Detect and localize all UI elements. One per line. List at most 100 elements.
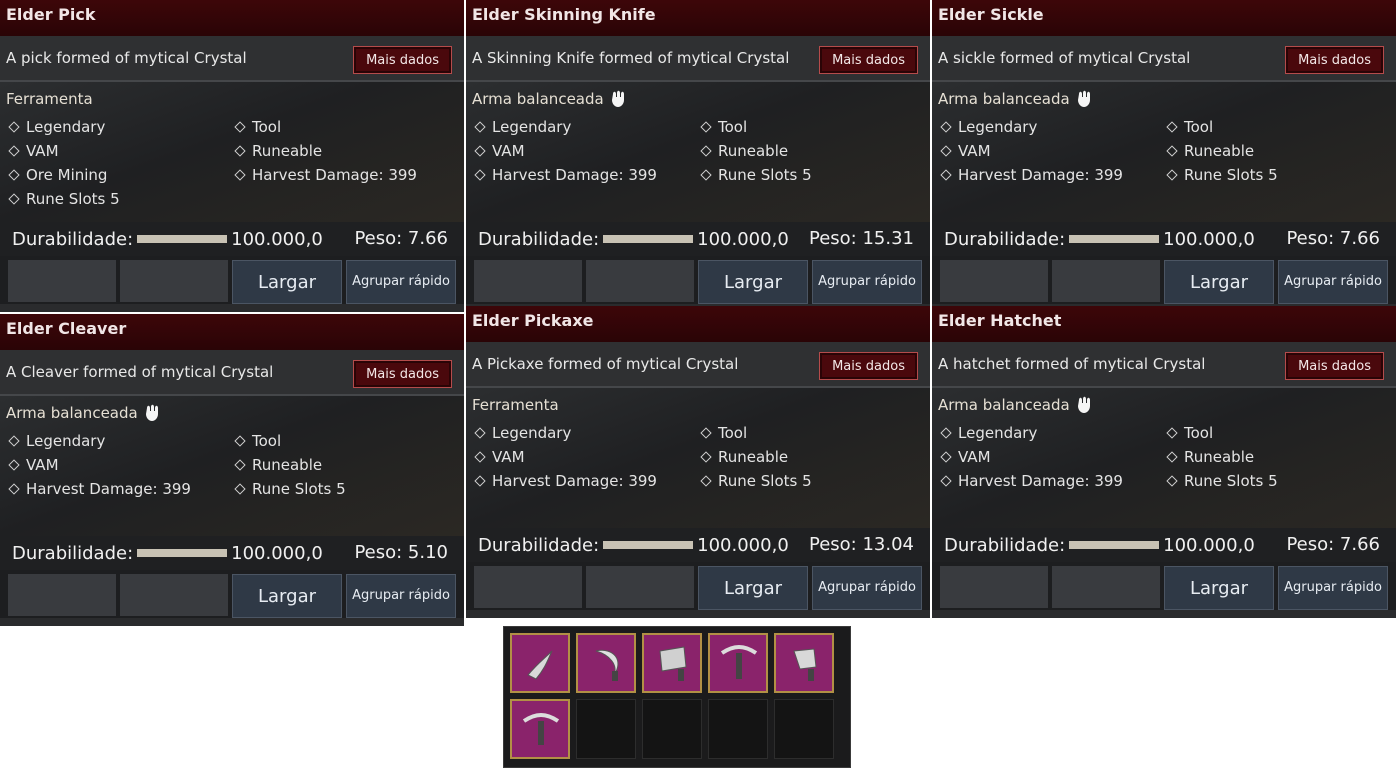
quick-group-button[interactable]: Agrupar rápido: [812, 260, 922, 304]
bullet-diamond-icon: [700, 427, 712, 439]
item-properties: Legendary Tool VAM Runeable Harvest Damage: …: [474, 118, 930, 184]
drop-button[interactable]: Largar: [1164, 260, 1274, 304]
skinning-knife-icon: [527, 650, 553, 680]
more-data-button[interactable]: Mais dados: [353, 46, 452, 74]
item-card-elder-cleaver: Elder Cleaver A Cleaver formed of mytica…: [0, 314, 464, 626]
item-property: Runeable: [700, 448, 928, 466]
durability-label: Durabilidade:: [944, 534, 1066, 556]
more-data-button[interactable]: Mais dados: [353, 360, 452, 388]
bullet-diamond-icon: [700, 475, 712, 487]
bullet-diamond-icon: [1166, 451, 1178, 463]
item-property: Rune Slots 5: [1166, 166, 1394, 184]
bullet-diamond-icon: [234, 145, 246, 157]
item-property: Tool: [700, 118, 928, 136]
item-description-bar: A Skinning Knife formed of mytical Cryst…: [466, 36, 930, 82]
inventory-slot[interactable]: [576, 633, 636, 693]
inventory-slot[interactable]: [510, 633, 570, 693]
item-property: Harvest Damage: 399: [234, 166, 462, 184]
item-property: Harvest Damage: 399: [474, 472, 702, 490]
quick-group-button[interactable]: Agrupar rápido: [346, 260, 456, 304]
drop-button[interactable]: Largar: [1164, 566, 1274, 610]
item-property: Legendary: [474, 424, 702, 442]
inventory-slot[interactable]: [708, 633, 768, 693]
bullet-diamond-icon: [1166, 145, 1178, 157]
bullet-diamond-icon: [940, 169, 952, 181]
quick-group-button[interactable]: Agrupar rápido: [346, 574, 456, 618]
item-description-bar: A Cleaver formed of mytical Crystal Mais…: [0, 350, 464, 396]
empty-inventory-slot[interactable]: [708, 699, 768, 759]
quick-group-button[interactable]: Agrupar rápido: [1278, 566, 1388, 610]
durability-bar: [603, 541, 694, 549]
bullet-diamond-icon: [8, 121, 20, 133]
item-category: Arma balanceada: [938, 396, 1092, 414]
action-bar: Largar Agrupar rápido: [466, 562, 930, 610]
item-description-bar: A pick formed of mytical Crystal Mais da…: [0, 36, 464, 82]
more-data-button[interactable]: Mais dados: [1285, 352, 1384, 380]
item-property: Runeable: [1166, 448, 1394, 466]
item-details: Ferramenta Legendary Tool VAM Runeable Harve…: [466, 388, 930, 528]
durability-value: 100.000,0: [1163, 534, 1255, 556]
item-title: Elder Pickaxe: [466, 306, 930, 342]
inventory-slot[interactable]: [774, 633, 834, 693]
drop-button[interactable]: Largar: [232, 260, 342, 304]
category-label: Arma balanceada: [938, 90, 1070, 108]
durability-value: 100.000,0: [231, 228, 323, 250]
more-data-button[interactable]: Mais dados: [1285, 46, 1384, 74]
item-property: Runeable: [1166, 142, 1394, 160]
inventory-slot[interactable]: [642, 633, 702, 693]
empty-inventory-slot[interactable]: [576, 699, 636, 759]
item-property: Legendary: [474, 118, 702, 136]
bullet-diamond-icon: [1166, 121, 1178, 133]
item-properties: Legendary Tool VAM Runeable Harvest Damage: …: [940, 118, 1396, 184]
weight-value: Peso: 15.31: [809, 228, 914, 249]
item-property: VAM: [474, 142, 702, 160]
bullet-diamond-icon: [474, 121, 486, 133]
empty-inventory-slot[interactable]: [642, 699, 702, 759]
category-label: Arma balanceada: [938, 396, 1070, 414]
item-properties: Legendary Tool VAM Runeable Harvest Damage: …: [8, 432, 464, 498]
item-card-elder-sickle: Elder Sickle A sickle formed of mytical …: [932, 0, 1396, 306]
sickle-icon: [595, 649, 619, 681]
bullet-diamond-icon: [8, 459, 20, 471]
item-description: A Skinning Knife formed of mytical Cryst…: [472, 49, 790, 67]
empty-inventory-slot[interactable]: [774, 699, 834, 759]
item-property: Rune Slots 5: [700, 472, 928, 490]
more-data-button[interactable]: Mais dados: [819, 352, 918, 380]
category-label: Arma balanceada: [6, 404, 138, 422]
durability-bar: [1069, 235, 1160, 243]
item-details: Arma balanceada Legendary Tool VAM Runeable…: [466, 82, 930, 222]
more-data-button[interactable]: Mais dados: [819, 46, 918, 74]
item-property: VAM: [474, 448, 702, 466]
item-property: VAM: [8, 456, 236, 474]
item-title: Elder Hatchet: [932, 306, 1396, 342]
item-description-bar: A sickle formed of mytical Crystal Mais …: [932, 36, 1396, 82]
quick-group-button[interactable]: Agrupar rápido: [812, 566, 922, 610]
empty-action-slot: [474, 260, 582, 302]
bullet-diamond-icon: [234, 435, 246, 447]
item-title: Elder Sickle: [932, 0, 1396, 36]
item-stats: Durabilidade: 100.000,0 Peso: 5.10: [0, 536, 464, 570]
inventory-slot[interactable]: [510, 699, 570, 759]
bullet-diamond-icon: [234, 459, 246, 471]
bullet-diamond-icon: [234, 169, 246, 181]
item-property: Legendary: [940, 118, 1168, 136]
item-property: Harvest Damage: 399: [474, 166, 702, 184]
durability-value: 100.000,0: [697, 534, 789, 556]
drop-button[interactable]: Largar: [698, 260, 808, 304]
drop-button[interactable]: Largar: [698, 566, 808, 610]
item-property: Tool: [700, 424, 928, 442]
action-bar: Largar Agrupar rápido: [466, 256, 930, 304]
durability-label: Durabilidade:: [478, 228, 600, 250]
item-card-elder-skinning-knife: Elder Skinning Knife A Skinning Knife fo…: [466, 0, 930, 312]
bullet-diamond-icon: [8, 169, 20, 181]
item-description-bar: A Pickaxe formed of mytical Crystal Mais…: [466, 342, 930, 388]
item-property: Runeable: [234, 456, 462, 474]
cleaver-icon: [659, 646, 687, 681]
bullet-diamond-icon: [474, 427, 486, 439]
hatchet-icon: [793, 648, 817, 681]
durability-label: Durabilidade:: [12, 228, 134, 250]
bullet-diamond-icon: [940, 427, 952, 439]
item-property: Tool: [1166, 118, 1394, 136]
quick-group-button[interactable]: Agrupar rápido: [1278, 260, 1388, 304]
drop-button[interactable]: Largar: [232, 574, 342, 618]
